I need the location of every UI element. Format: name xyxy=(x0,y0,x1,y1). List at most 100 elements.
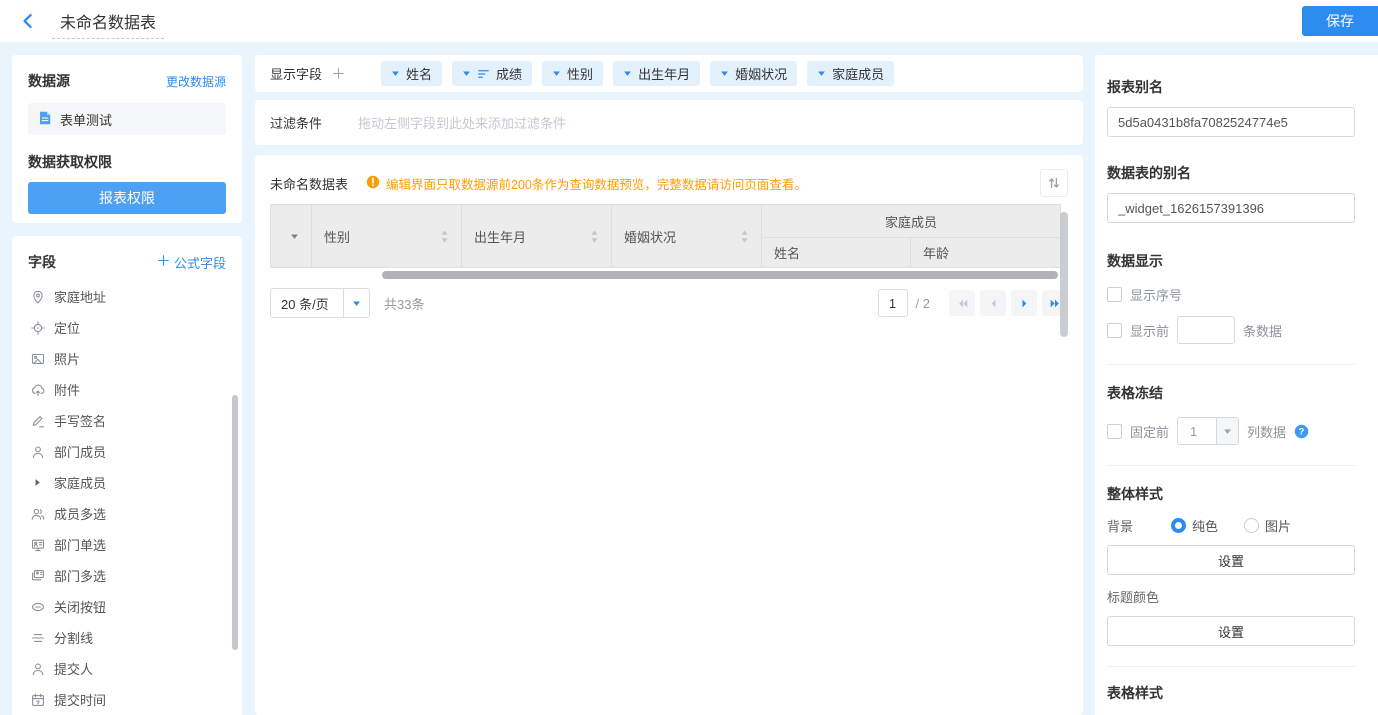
table-horizontal-scrollbar-thumb[interactable] xyxy=(382,271,1058,279)
display-field-chip[interactable]: 婚姻状况 xyxy=(710,61,797,86)
total-count-label: 共33条 xyxy=(384,294,424,313)
column-header[interactable]: 性别 xyxy=(312,205,462,268)
caret-down-icon[interactable] xyxy=(283,232,299,241)
departments-icon xyxy=(30,569,45,583)
page-next-button[interactable] xyxy=(1011,290,1037,316)
sort-order-button[interactable] xyxy=(1040,169,1068,197)
show-first-suffix: 条数据 xyxy=(1243,321,1282,340)
datasource-item[interactable]: 表单测试 xyxy=(28,103,226,135)
field-list-item[interactable]: 部门成员 xyxy=(28,436,226,467)
caret-down-icon xyxy=(343,289,369,317)
display-field-chip[interactable]: 家庭成员 xyxy=(807,61,894,86)
sort-updown-icon[interactable] xyxy=(740,229,749,244)
caret-down-icon[interactable] xyxy=(391,69,400,78)
table-alias-input[interactable] xyxy=(1107,193,1355,223)
change-datasource-link[interactable]: 更改数据源 xyxy=(166,73,226,90)
field-list-item[interactable]: 附件 xyxy=(28,374,226,405)
title-color-label: 标题颜色 xyxy=(1107,587,1355,606)
display-field-chips: 姓名成绩性别出生年月 婚姻状况 家庭成员 xyxy=(381,61,894,86)
sort-updown-icon[interactable] xyxy=(590,229,599,244)
fields-heading: 字段 xyxy=(28,252,56,272)
filter-label: 过滤条件 xyxy=(270,113,322,132)
field-list-item[interactable]: 家庭地址 xyxy=(28,281,226,312)
table-vertical-scrollbar-thumb[interactable] xyxy=(1060,212,1068,337)
display-field-chip[interactable]: 姓名 xyxy=(381,61,442,86)
field-list-item[interactable]: 部门单选 xyxy=(28,529,226,560)
caret-right-icon xyxy=(30,478,45,487)
column-header-label: 婚姻状况 xyxy=(624,227,676,246)
display-field-chip[interactable]: 成绩 xyxy=(452,61,532,86)
column-header[interactable]: 出生年月 xyxy=(462,205,612,268)
sub-column-header[interactable]: 姓名 xyxy=(762,238,911,268)
report-alias-input[interactable] xyxy=(1107,107,1355,137)
caret-down-icon[interactable] xyxy=(552,69,561,78)
page-size-select[interactable]: 20 条/页 xyxy=(270,288,370,318)
field-list-item[interactable]: 分割线 xyxy=(28,622,226,653)
caret-down-icon[interactable] xyxy=(623,69,632,78)
help-icon[interactable]: ? xyxy=(1294,424,1309,439)
display-field-chip-label: 家庭成员 xyxy=(832,64,884,83)
show-first-count-input[interactable] xyxy=(1177,316,1235,344)
field-list-item-label: 关闭按钮 xyxy=(54,597,106,616)
field-list-item-label: 部门多选 xyxy=(54,566,106,585)
column-header[interactable]: 婚姻状况 xyxy=(612,205,762,268)
page-prev-button[interactable] xyxy=(980,290,1006,316)
field-list-item-label: 手写签名 xyxy=(54,411,106,430)
save-button[interactable]: 保存 xyxy=(1302,6,1378,36)
field-list-item-label: 分割线 xyxy=(54,628,93,647)
freeze-checkbox[interactable] xyxy=(1107,424,1122,439)
cloud-upload-icon xyxy=(30,383,45,397)
field-list-item[interactable]: 成员多选 xyxy=(28,498,226,529)
field-list-item[interactable]: 提交人 xyxy=(28,653,226,684)
caret-down-icon[interactable] xyxy=(817,69,826,78)
total-pages-label: / 2 xyxy=(916,296,930,311)
show-index-checkbox[interactable] xyxy=(1107,287,1122,302)
field-list-item[interactable]: 定位 xyxy=(28,312,226,343)
divider xyxy=(1107,465,1355,466)
title-color-set-button[interactable]: 设置 xyxy=(1107,616,1355,646)
background-set-button[interactable]: 设置 xyxy=(1107,545,1355,575)
calendar-icon xyxy=(30,693,45,707)
caret-down-icon[interactable] xyxy=(462,69,471,78)
radio-unselected[interactable] xyxy=(1244,518,1259,533)
field-list-item-label: 家庭地址 xyxy=(54,287,106,306)
preview-notice: 编辑界面只取数据源前200条作为查询数据预览，完整数据请访问页面查看。 xyxy=(366,174,807,193)
field-list-item-label: 部门成员 xyxy=(54,442,106,461)
back-button[interactable] xyxy=(20,13,36,29)
background-solid-radio[interactable]: 纯色 xyxy=(1171,516,1218,535)
freeze-suffix: 列数据 xyxy=(1247,422,1286,441)
display-field-chip-label: 婚姻状况 xyxy=(735,64,787,83)
display-field-chip[interactable]: 性别 xyxy=(542,61,603,86)
field-list-item[interactable]: 手写签名 xyxy=(28,405,226,436)
sort-updown-icon[interactable] xyxy=(440,229,449,244)
field-list-item[interactable]: 提交时间 xyxy=(28,684,226,715)
show-first-checkbox[interactable] xyxy=(1107,323,1122,338)
field-list-item[interactable]: 关闭按钮 xyxy=(28,591,226,622)
data-table: 性别出生年月婚姻状况家庭成员姓名年龄 xyxy=(270,204,1061,268)
fields-scrollbar-thumb[interactable] xyxy=(232,395,238,650)
field-list-item[interactable]: 照片 xyxy=(28,343,226,374)
location-pin-icon xyxy=(30,290,45,304)
field-list-item[interactable]: 部门多选 xyxy=(28,560,226,591)
field-list-item[interactable]: 家庭成员 xyxy=(28,467,226,498)
add-formula-field-link[interactable]: 公式字段 xyxy=(157,253,226,272)
page-first-button[interactable] xyxy=(949,290,975,316)
report-permission-button[interactable]: 报表权限 xyxy=(28,182,226,214)
background-image-radio[interactable]: 图片 xyxy=(1244,516,1291,535)
display-field-chip[interactable]: 出生年月 xyxy=(613,61,700,86)
freeze-count-value: 1 xyxy=(1178,424,1216,439)
department-icon xyxy=(30,538,45,552)
minus-circle-icon xyxy=(30,600,45,614)
page-title[interactable]: 未命名数据表 xyxy=(52,9,164,39)
background-image-label: 图片 xyxy=(1265,516,1291,535)
column-header-dropdown[interactable] xyxy=(271,205,312,268)
filter-dropzone[interactable]: 拖动左侧字段到此处来添加过滤条件 xyxy=(358,113,566,132)
signature-pen-icon xyxy=(30,414,45,428)
page-number-input[interactable] xyxy=(878,289,908,317)
radio-selected[interactable] xyxy=(1171,518,1186,533)
table-style-heading: 表格样式 xyxy=(1107,683,1355,703)
sub-column-header[interactable]: 年龄 xyxy=(911,238,1061,268)
add-display-field-button[interactable] xyxy=(332,67,345,80)
freeze-count-select[interactable]: 1 xyxy=(1177,417,1239,445)
caret-down-icon[interactable] xyxy=(720,69,729,78)
